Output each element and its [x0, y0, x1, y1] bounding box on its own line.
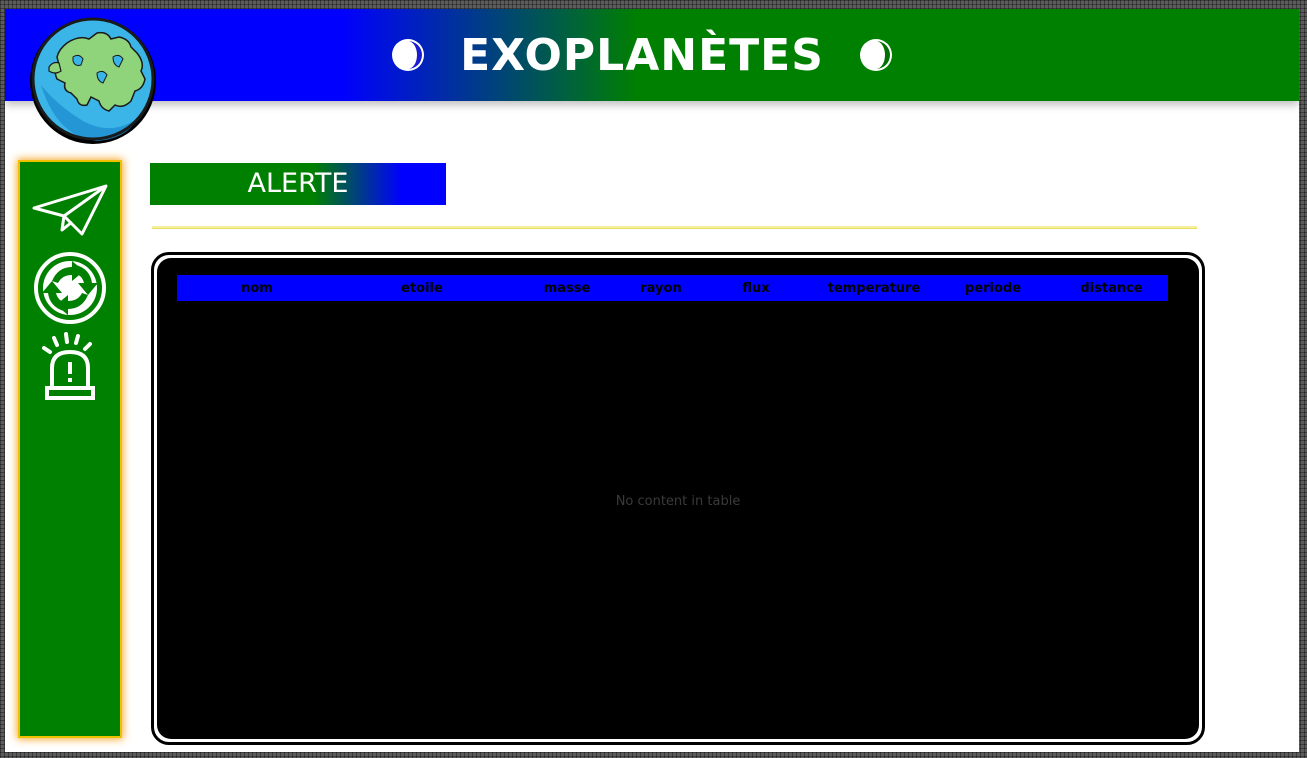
page-title: EXOPLANÈTES: [460, 29, 824, 81]
sidebar-item-alert[interactable]: [25, 330, 115, 406]
column-header-masse[interactable]: masse: [507, 281, 627, 296]
header-bar: EXOPLANÈTES: [5, 9, 1299, 101]
sidebar-item-send[interactable]: [25, 172, 115, 248]
paper-plane-icon: [32, 184, 108, 236]
half-moon-icon: [392, 39, 425, 71]
column-header-temperature[interactable]: temperature: [817, 281, 931, 296]
header-title-group: EXOPLANÈTES: [5, 9, 1299, 101]
column-header-rayon[interactable]: rayon: [627, 281, 695, 296]
table-body: nom etoile masse rayon flux temperature …: [157, 258, 1199, 739]
alarm-siren-icon: [42, 332, 95, 400]
table-header-row: nom etoile masse rayon flux temperature …: [177, 275, 1168, 301]
column-header-periode[interactable]: periode: [931, 281, 1055, 296]
empty-table-message: No content in table: [615, 494, 741, 509]
column-header-etoile[interactable]: etoile: [337, 281, 507, 296]
globe-europe-icon[interactable]: [27, 13, 163, 149]
divider: [152, 226, 1197, 229]
refresh-cycle-icon: [34, 252, 106, 324]
column-header-distance[interactable]: distance: [1055, 281, 1168, 296]
page: EXOPLANÈTES ALERTE nom etoile masse rayo…: [5, 9, 1299, 752]
sidebar: [20, 162, 120, 736]
sidebar-item-refresh[interactable]: [25, 250, 115, 326]
column-header-flux[interactable]: flux: [695, 281, 817, 296]
section-title: ALERTE: [150, 163, 446, 205]
half-moon-icon: [859, 39, 892, 71]
column-header-nom[interactable]: nom: [177, 281, 337, 296]
data-table: nom etoile masse rayon flux temperature …: [151, 252, 1205, 745]
